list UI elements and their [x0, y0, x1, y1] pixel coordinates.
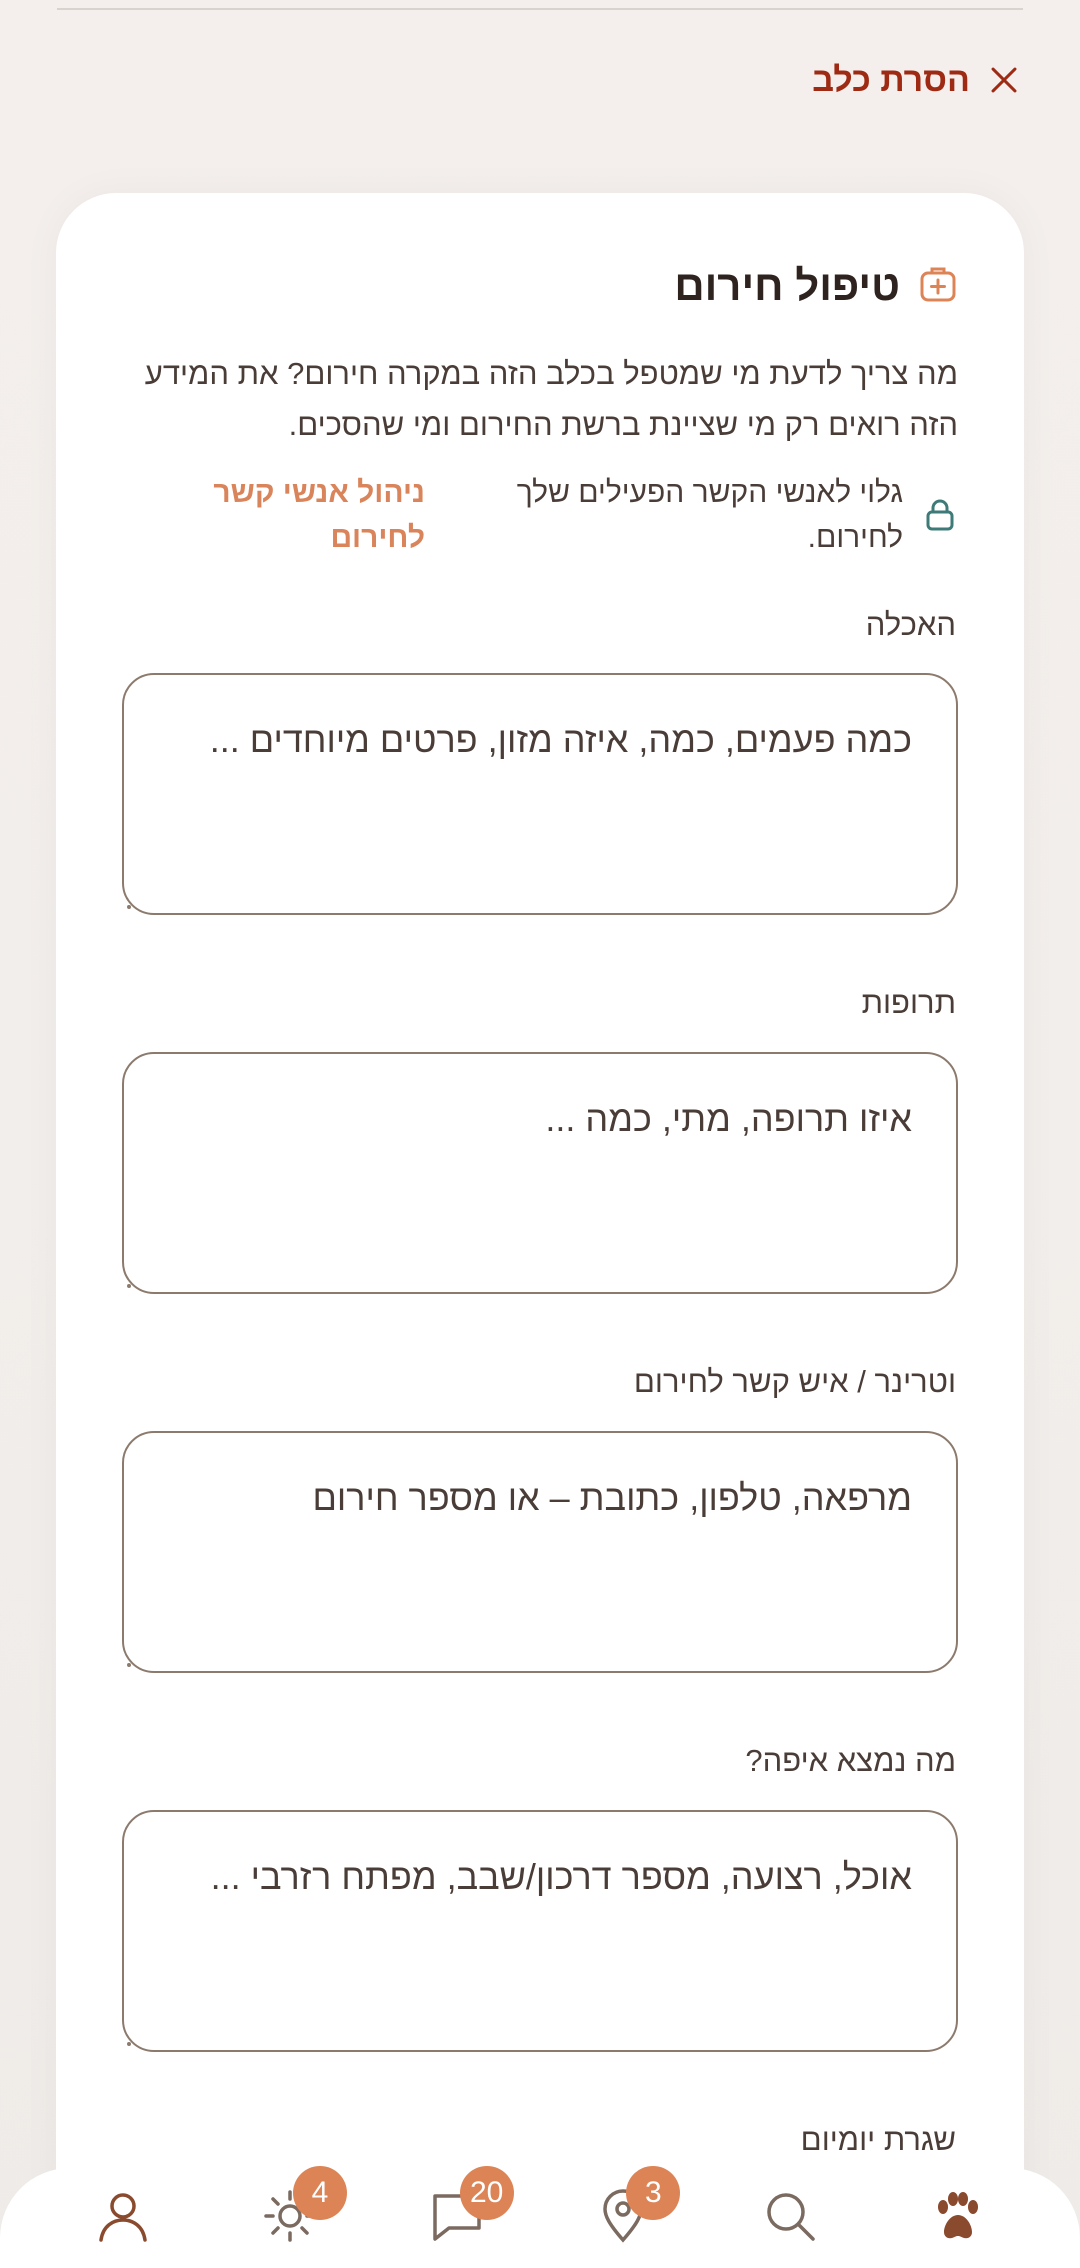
first-aid-kit-icon: [918, 264, 958, 309]
section-description: מה צריך לדעת מי שמטפל בכלב הזה במקרה חיר…: [144, 356, 958, 442]
search-icon: [762, 2188, 818, 2249]
feeding-placeholder: כמה פעמים, כמה, איזה מזון, פרטים מיוחדים…: [209, 719, 912, 760]
sun-badge: 4: [292, 2166, 347, 2220]
vet-contact-label: וטרינר / איש קשר לחירום: [633, 1364, 956, 1399]
nav-profile[interactable]: [68, 2168, 178, 2268]
bottom-navigation: 4 20 3: [0, 2166, 1080, 2268]
where-is-what-textarea[interactable]: אוכל, רצועה, מספר דרכון/שבב, מפתח רזרבי …: [122, 1810, 958, 2052]
paw-icon: [929, 2188, 985, 2249]
places-badge: 3: [626, 2166, 681, 2220]
resize-handle[interactable]: [127, 905, 131, 909]
resize-handle[interactable]: [127, 1284, 131, 1288]
profile-icon: [95, 2188, 151, 2249]
nav-places[interactable]: 3: [568, 2166, 681, 2268]
nav-daily[interactable]: 4: [235, 2166, 347, 2268]
where-is-what-placeholder: אוכל, רצועה, מספר דרכון/שבב, מפתח רזרבי …: [210, 1856, 912, 1897]
top-divider: [57, 8, 1023, 10]
remove-dog-button[interactable]: הסרת כלב: [812, 55, 1020, 105]
feeding-textarea[interactable]: כמה פעמים, כמה, איזה מזון, פרטים מיוחדים…: [122, 673, 958, 915]
resize-handle[interactable]: [127, 1663, 131, 1667]
section-header: טיפול חירום: [674, 262, 958, 310]
nav-dogs[interactable]: [902, 2168, 1012, 2268]
section-title: טיפול חירום: [674, 262, 900, 309]
feeding-label: האכלה: [865, 607, 956, 642]
nav-search[interactable]: [735, 2168, 845, 2268]
remove-dog-label: הסרת כלב: [812, 60, 970, 99]
daily-routine-label: שגרת יומיום: [800, 2122, 956, 2157]
vet-contact-placeholder: מרפאה, טלפון, כתובת – או מספר חירום: [312, 1477, 912, 1518]
close-icon: [988, 64, 1020, 96]
medications-textarea[interactable]: איזו תרופה, מתי, כמה ...: [122, 1052, 958, 1294]
lock-icon: [925, 498, 955, 537]
privacy-text: גלוי לאנשי הקשר הפעילים שלך לחירום.: [516, 476, 903, 554]
chat-badge: 20: [459, 2166, 514, 2220]
where-is-what-label: מה נמצא איפה?: [745, 1743, 956, 1778]
medications-label: תרופות: [861, 985, 956, 1020]
vet-contact-textarea[interactable]: מרפאה, טלפון, כתובת – או מספר חירום: [122, 1431, 958, 1673]
privacy-note: גלוי לאנשי הקשר הפעילים שלך לחירום. ניהו…: [125, 470, 955, 560]
nav-messages[interactable]: 20: [402, 2166, 514, 2268]
medications-placeholder: איזו תרופה, מתי, כמה ...: [545, 1098, 912, 1139]
manage-emergency-contacts-link[interactable]: ניהול אנשי קשר לחירום: [125, 470, 425, 560]
resize-handle[interactable]: [127, 2042, 131, 2046]
